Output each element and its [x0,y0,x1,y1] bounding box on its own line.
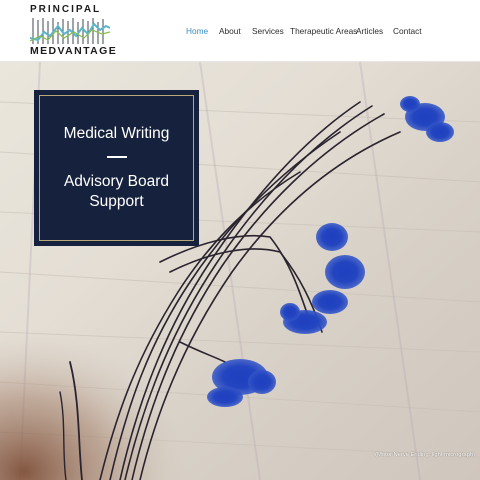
nav-services[interactable]: Services [252,24,284,38]
hero-banner: Medical Writing Advisory Board Support (… [0,62,480,480]
logo-text-bottom: MEDVANTAGE [30,45,118,57]
image-caption: (Motor Nerve Ending, light micrograph) [375,452,475,458]
promo-line-support: Support [89,193,144,210]
logo[interactable]: PRINCIPAL MEDVANTAGE [30,4,116,58]
promo-card: Medical Writing Advisory Board Support [34,90,199,246]
promo-card-frame: Medical Writing Advisory Board Support [39,95,194,241]
nav-articles[interactable]: Articles [356,24,383,38]
logo-graphic [30,18,110,44]
nav-therapeutic-areas[interactable]: Therapeutic Areas [290,24,357,38]
site-header: PRINCIPAL MEDVANTAGE Home About Services… [0,0,480,62]
nav-about[interactable]: About [219,24,241,38]
promo-line-medical-writing: Medical Writing [63,125,170,142]
nav-home[interactable]: Home [186,24,208,38]
nav-contact[interactable]: Contact [393,24,422,38]
logo-text-top: PRINCIPAL [30,4,102,15]
promo-line-advisory-board: Advisory Board [63,173,170,190]
promo-divider [106,156,127,158]
